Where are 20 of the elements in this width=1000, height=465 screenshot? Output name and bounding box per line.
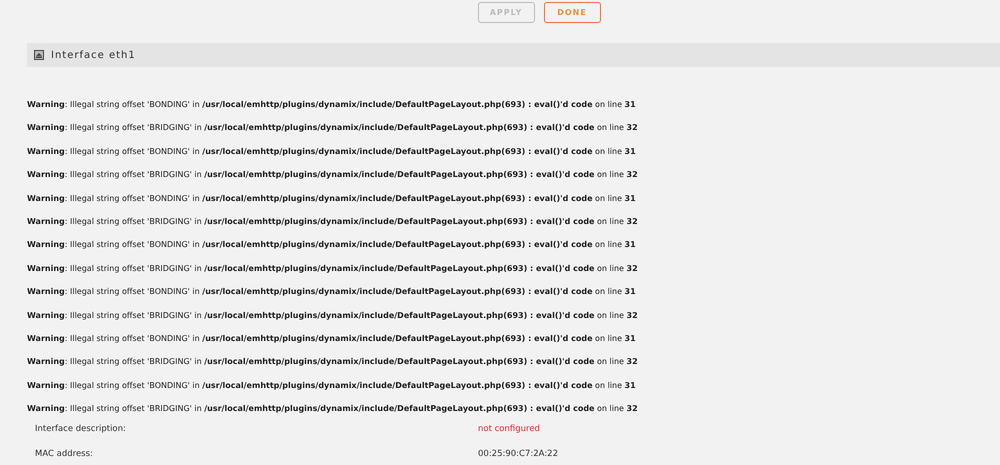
- warning-message: Warning: Illegal string offset 'BONDING' in /usr/local/emhttp/plugins/dynamix/include/DefaultPageLayout.php(693) : eval()'d code on line 31: [27, 380, 637, 392]
- warning-message: Warning: Illegal string offset 'BONDING' in /usr/local/emhttp/plugins/dynamix/include/DefaultPageLayout.php(693) : eval()'d code on line 31: [27, 192, 637, 205]
- warning-message: Warning: Illegal string offset 'BRIDGING' in /usr/local/emhttp/plugins/dynamix/include/DefaultPageLayout.php(693) : eval()'d code on line 32: [27, 403, 639, 416]
- warning-message: Warning: Illegal string offset 'BRIDGING' in /usr/local/emhttp/plugins/dynamix/include/DefaultPageLayout.php(693) : eval()'d code on line 32: [27, 310, 639, 322]
- warning-message: Warning: Illegal string offset 'BRIDGING' in /usr/local/emhttp/plugins/dynamix/include/DefaultPageLayout.php(693) : eval()'d code on line 32: [27, 122, 639, 134]
- warning-message: Warning: Illegal string offset 'BONDING' in /usr/local/emhttp/plugins/dynamix/include/DefaultPageLayout.php(693) : eval()'d code on line 31: [27, 286, 637, 298]
- warning-message: Warning: Illegal string offset 'BRIDGING' in /usr/local/emhttp/plugins/dynamix/include/DefaultPageLayout.php(693) : eval()'d code on line 32: [27, 169, 639, 182]
- warning-message: Warning: Illegal string offset 'BONDING' in /usr/local/emhttp/plugins/dynamix/include/DefaultPageLayout.php(693) : eval()'d code on line 31: [27, 239, 637, 252]
- warning-message: Warning: Illegal string offset 'BRIDGING' in /usr/local/emhttp/plugins/dynamix/include/DefaultPageLayout.php(693) : eval()'d code on line 32: [27, 262, 639, 275]
- field-value: not configured: [478, 423, 541, 436]
- field-value: 00:25:90:C7:2A:22: [478, 448, 559, 462]
- warning-message: Warning: Illegal string offset 'BONDING' in /usr/local/emhttp/plugins/dynamix/include/DefaultPageLayout.php(693) : eval()'d code on line 31: [27, 332, 637, 345]
- field-label: MAC address:: [35, 448, 94, 462]
- warning-message: Warning: Illegal string offset 'BONDING' in /usr/local/emhttp/plugins/dynamix/include/DefaultPageLayout.php(693) : eval()'d code on line 31: [27, 99, 637, 111]
- section-title: Interface eth1: [51, 50, 136, 60]
- done-button[interactable]: DONE: [544, 2, 600, 23]
- warning-message: Warning: Illegal string offset 'BRIDGING' in /usr/local/emhttp/plugins/dynamix/include/DefaultPageLayout.php(693) : eval()'d code on line 32: [27, 216, 639, 228]
- warning-message: Warning: Illegal string offset 'BONDING' in /usr/local/emhttp/plugins/dynamix/include/DefaultPageLayout.php(693) : eval()'d code on line 31: [27, 146, 637, 158]
- field-label: Interface description:: [35, 423, 127, 436]
- warning-message: Warning: Illegal string offset 'BRIDGING' in /usr/local/emhttp/plugins/dynamix/include/DefaultPageLayout.php(693) : eval()'d code on line 32: [27, 356, 639, 368]
